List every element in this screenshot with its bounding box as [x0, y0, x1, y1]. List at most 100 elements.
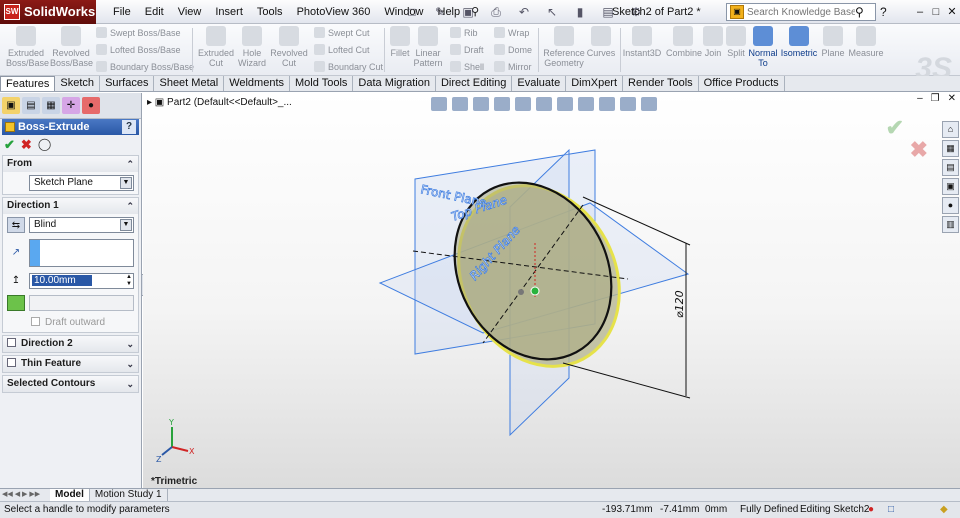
- home-icon[interactable]: ⌂: [942, 121, 959, 138]
- appearances-icon[interactable]: ●: [942, 197, 959, 214]
- tab-mold-tools[interactable]: Mold Tools: [290, 76, 354, 91]
- undo-icon[interactable]: ↶: [512, 3, 536, 21]
- collapse-chevron-icon[interactable]: ⌃: [126, 156, 134, 172]
- extruded-boss-button[interactable]: Extruded Boss/Base: [6, 26, 49, 68]
- property-manager-icon[interactable]: ▤: [22, 97, 40, 114]
- maximize-icon[interactable]: □: [928, 0, 944, 24]
- view-palette-icon[interactable]: ▣: [942, 178, 959, 195]
- tab-model[interactable]: Model: [50, 489, 90, 501]
- tab-data-migration[interactable]: Data Migration: [353, 76, 436, 91]
- chevron-down-icon[interactable]: ▼: [120, 219, 132, 231]
- display-manager-icon[interactable]: ●: [82, 97, 100, 114]
- revolved-boss-button[interactable]: Revolved Boss/Base: [50, 26, 93, 68]
- normal-to-button[interactable]: Normal To: [748, 26, 778, 68]
- dimxpert-manager-icon[interactable]: ✛: [62, 97, 80, 114]
- tab-surfaces[interactable]: Surfaces: [100, 76, 155, 91]
- tab-render-tools[interactable]: Render Tools: [623, 76, 699, 91]
- combine-button[interactable]: Combine: [666, 26, 702, 58]
- fillet-button[interactable]: Fillet: [388, 26, 412, 58]
- minimize-icon[interactable]: –: [912, 0, 928, 24]
- new-document-icon[interactable]: □: [400, 3, 424, 21]
- tab-direct-editing[interactable]: Direct Editing: [435, 76, 513, 91]
- configuration-manager-icon[interactable]: ▦: [42, 97, 60, 114]
- thin-feature-checkbox[interactable]: [7, 358, 16, 367]
- direction1-header[interactable]: Direction 1 ⌃: [3, 198, 138, 214]
- boundary-cut-button[interactable]: Boundary Cut: [314, 61, 383, 72]
- hole-wizard-button[interactable]: Hole Wizard: [236, 26, 268, 68]
- edit-appearance-icon[interactable]: [578, 97, 594, 111]
- expand-chevron-icon[interactable]: ⌄: [126, 336, 134, 352]
- end-condition-select[interactable]: Blind ▼: [29, 217, 134, 233]
- zoom-to-fit-icon[interactable]: [431, 97, 447, 111]
- tab-features[interactable]: Features: [0, 76, 56, 91]
- search-input[interactable]: [747, 6, 855, 18]
- boundary-boss-button[interactable]: Boundary Boss/Base: [96, 61, 194, 72]
- cancel-x-icon[interactable]: ✖: [21, 137, 32, 152]
- select-icon[interactable]: ↖: [540, 3, 564, 21]
- mirror-button[interactable]: Mirror: [494, 61, 532, 72]
- feature-manager-icon[interactable]: ▣: [2, 97, 20, 114]
- menu-insert[interactable]: Insert: [208, 0, 250, 24]
- draft-outward-checkbox[interactable]: Draft outward: [31, 317, 105, 329]
- sketch-origin-icon[interactable]: [530, 286, 540, 296]
- lofted-cut-button[interactable]: Lofted Cut: [314, 44, 370, 55]
- view-settings-icon[interactable]: [620, 97, 636, 111]
- menu-file[interactable]: File: [106, 0, 138, 24]
- draft-button[interactable]: Draft: [450, 44, 484, 55]
- confirm-cancel-x-icon[interactable]: ✖: [910, 137, 928, 163]
- dome-button[interactable]: Dome: [494, 44, 532, 55]
- revolved-cut-button[interactable]: Revolved Cut: [268, 26, 310, 68]
- from-select[interactable]: Sketch Plane ▼: [29, 175, 134, 191]
- close-icon[interactable]: ✕: [944, 0, 960, 24]
- checkbox-icon[interactable]: [31, 317, 40, 326]
- expand-chevron-icon[interactable]: ⌄: [126, 356, 134, 372]
- graphics-area[interactable]: ⌀120 Front Plane Top Plane Right Plane Y…: [143, 93, 960, 488]
- open-icon[interactable]: ✎: [428, 3, 452, 21]
- previous-view-icon[interactable]: [473, 97, 489, 111]
- viewport-close-icon[interactable]: ✕: [948, 93, 956, 104]
- direction-selection-box[interactable]: [29, 239, 134, 267]
- lofted-boss-button[interactable]: Lofted Boss/Base: [96, 44, 181, 55]
- section-view-icon[interactable]: [494, 97, 510, 111]
- apply-scene-icon[interactable]: [599, 97, 615, 111]
- swept-cut-button[interactable]: Swept Cut: [314, 27, 370, 38]
- wrap-button[interactable]: Wrap: [494, 27, 529, 38]
- direction2-checkbox[interactable]: [7, 338, 16, 347]
- collapse-chevron-icon[interactable]: ⌃: [126, 198, 134, 214]
- diameter-dimension[interactable]: ⌀120: [673, 290, 686, 318]
- shell-button[interactable]: Shell: [450, 61, 484, 72]
- design-library-icon[interactable]: ▦: [942, 140, 959, 157]
- help-button[interactable]: ?: [122, 120, 136, 134]
- split-button[interactable]: Split: [726, 26, 746, 58]
- spin-arrows-icon[interactable]: ▲ ▼: [126, 274, 132, 288]
- linear-pattern-button[interactable]: Linear Pattern: [412, 26, 444, 68]
- rib-button[interactable]: Rib: [450, 27, 478, 38]
- expand-chevron-icon[interactable]: ⌄: [126, 376, 134, 392]
- thin-feature-header[interactable]: Thin Feature ⌄: [3, 356, 138, 372]
- rebuild-icon[interactable]: ▮: [568, 3, 592, 21]
- draft-angle-input[interactable]: [29, 295, 134, 311]
- tab-motion-study[interactable]: Motion Study 1: [90, 489, 168, 501]
- file-explorer-icon[interactable]: ▤: [942, 159, 959, 176]
- reverse-direction-icon[interactable]: ⇆: [7, 217, 25, 233]
- zoom-area-icon[interactable]: [452, 97, 468, 111]
- instant3d-button[interactable]: Instant3D: [622, 26, 662, 58]
- status-help-icon[interactable]: □: [888, 502, 894, 518]
- confirm-ok-checkmark-icon[interactable]: ✔: [886, 115, 904, 141]
- from-header[interactable]: From ⌃: [3, 156, 138, 172]
- menu-photoview[interactable]: PhotoView 360: [290, 0, 378, 24]
- menu-edit[interactable]: Edit: [138, 0, 171, 24]
- viewport-restore-icon[interactable]: ❐: [931, 93, 940, 104]
- ok-checkmark-icon[interactable]: ✔: [4, 137, 15, 152]
- measure-button[interactable]: Measure: [848, 26, 884, 58]
- custom-properties-icon[interactable]: ▥: [942, 216, 959, 233]
- menu-view[interactable]: View: [171, 0, 209, 24]
- curves-button[interactable]: Curves: [586, 26, 616, 58]
- swept-boss-button[interactable]: Swept Boss/Base: [96, 27, 181, 38]
- view-orientation-icon[interactable]: [515, 97, 531, 111]
- tab-sketch[interactable]: Sketch: [55, 76, 101, 91]
- tab-weldments[interactable]: Weldments: [224, 76, 291, 91]
- search-icon[interactable]: ⚲: [855, 5, 869, 19]
- knowledge-base-icon[interactable]: ▣: [730, 5, 744, 19]
- rebuild-status-icon[interactable]: ●: [868, 502, 874, 518]
